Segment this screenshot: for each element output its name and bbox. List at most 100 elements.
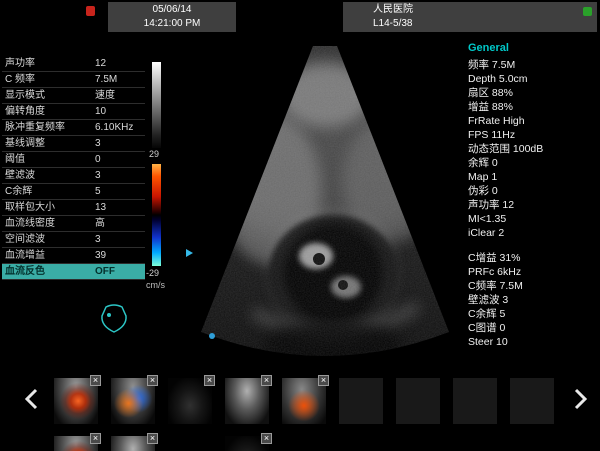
parameter-value: 39 bbox=[95, 248, 145, 263]
parameter-row[interactable]: 血流反色 OFF bbox=[2, 264, 145, 280]
parameter-row[interactable]: 声功率 12 bbox=[2, 56, 145, 72]
hospital-display: 人民医院 L14-5/38 bbox=[343, 2, 597, 32]
info-line bbox=[468, 240, 598, 251]
parameter-row[interactable]: C余辉 5 bbox=[2, 184, 145, 200]
parameter-value: 3 bbox=[95, 232, 145, 247]
thumbnail-close-button[interactable]: × bbox=[261, 433, 272, 444]
info-line: 频率 7.5M bbox=[468, 58, 598, 72]
thumbnail-slot-empty bbox=[339, 378, 383, 424]
parameter-value: 5 bbox=[95, 184, 145, 199]
parameter-row[interactable]: 血流线密度 高 bbox=[2, 216, 145, 232]
info-line: 声功率 12 bbox=[468, 198, 598, 212]
info-line: 余辉 0 bbox=[468, 156, 598, 170]
info-line: iClear 2 bbox=[468, 226, 598, 240]
info-line: C余辉 5 bbox=[468, 307, 598, 321]
info-line: MI<1.35 bbox=[468, 212, 598, 226]
parameter-value: 7.5M bbox=[95, 72, 145, 87]
body-marker-icon bbox=[98, 302, 130, 341]
parameter-label: 显示模式 bbox=[2, 88, 95, 103]
ultrasound-image[interactable] bbox=[183, 40, 465, 372]
color-map-bar bbox=[152, 164, 161, 266]
date-label: 05/06/14 bbox=[108, 3, 236, 17]
green-indicator-icon bbox=[583, 7, 592, 16]
thumbnail-next-button[interactable] bbox=[574, 388, 590, 412]
parameter-value: OFF bbox=[95, 264, 145, 279]
hospital-name-label: 人民医院 bbox=[373, 3, 597, 17]
thumbnail[interactable]: × bbox=[168, 378, 212, 424]
info-line: PRFc 6kHz bbox=[468, 265, 598, 279]
thumbnail-slot-empty bbox=[510, 378, 554, 424]
thumbnail-close-button[interactable]: × bbox=[318, 375, 329, 386]
thumbnail[interactable]: × bbox=[111, 436, 155, 451]
thumbnail[interactable]: × bbox=[282, 378, 326, 424]
thumbnail[interactable]: × bbox=[54, 436, 98, 451]
parameter-row[interactable]: 取样包大小 13 bbox=[2, 200, 145, 216]
info-line: FPS 11Hz bbox=[468, 128, 598, 142]
thumbnail-close-button[interactable]: × bbox=[90, 375, 101, 386]
info-line: 伪彩 0 bbox=[468, 184, 598, 198]
thumbnail[interactable]: × bbox=[111, 378, 155, 424]
info-line: Steer 10 bbox=[468, 335, 598, 349]
parameter-value: 6.10KHz bbox=[95, 120, 145, 135]
thumbnail[interactable]: × bbox=[54, 378, 98, 424]
chevron-left-icon bbox=[24, 388, 38, 410]
parameter-value: 高 bbox=[95, 216, 145, 231]
parameter-label: 阈值 bbox=[2, 152, 95, 167]
info-line: C增益 31% bbox=[468, 251, 598, 265]
focus-marker-icon[interactable] bbox=[186, 249, 193, 257]
parameter-row[interactable]: 脉冲重复频率 6.10KHz bbox=[2, 120, 145, 136]
parameter-label: 血流线密度 bbox=[2, 216, 95, 231]
info-panel-lines: 频率 7.5MDepth 5.0cm扇区 88%增益 88%FrRate Hig… bbox=[468, 58, 598, 349]
parameter-label: 脉冲重复频率 bbox=[2, 120, 95, 135]
parameter-label: 声功率 bbox=[2, 56, 95, 71]
thumbnail-close-button[interactable]: × bbox=[147, 375, 158, 386]
parameter-value: 3 bbox=[95, 168, 145, 183]
parameter-panel: 声功率 12 C 频率 7.5M 显示模式 速度 偏转角度 10 脉冲重复频率 … bbox=[2, 56, 145, 280]
velocity-top-label: 29 bbox=[149, 149, 173, 159]
info-line: 扇区 88% bbox=[468, 86, 598, 100]
parameter-row[interactable]: 显示模式 速度 bbox=[2, 88, 145, 104]
info-line: 增益 88% bbox=[468, 100, 598, 114]
info-panel: General 频率 7.5MDepth 5.0cm扇区 88%增益 88%Fr… bbox=[468, 42, 598, 349]
thumbnail[interactable]: × bbox=[225, 378, 269, 424]
thumbnail-close-button[interactable]: × bbox=[204, 375, 215, 386]
info-line: Depth 5.0cm bbox=[468, 72, 598, 86]
info-panel-header: General bbox=[468, 42, 598, 58]
thumbnail-strip-row2: × × × bbox=[0, 436, 600, 451]
velocity-unit-label: cm/s bbox=[146, 280, 174, 290]
parameter-row[interactable]: 壁滤波 3 bbox=[2, 168, 145, 184]
date-time-display: 05/06/14 14:21:00 PM bbox=[108, 2, 236, 32]
parameter-label: 血流反色 bbox=[2, 264, 95, 279]
thumbnail-prev-button[interactable] bbox=[24, 388, 40, 412]
probe-position-icon bbox=[209, 333, 215, 339]
red-indicator-icon bbox=[86, 6, 95, 16]
parameter-label: C 频率 bbox=[2, 72, 95, 87]
parameter-row[interactable]: 血流增益 39 bbox=[2, 248, 145, 264]
parameter-label: 基线调整 bbox=[2, 136, 95, 151]
parameter-row[interactable]: 空间滤波 3 bbox=[2, 232, 145, 248]
thumbnail-slot-empty bbox=[453, 378, 497, 424]
parameter-row[interactable]: 基线调整 3 bbox=[2, 136, 145, 152]
thumbnail-close-button[interactable]: × bbox=[90, 433, 101, 444]
info-line: Map 1 bbox=[468, 170, 598, 184]
info-line: C图谱 0 bbox=[468, 321, 598, 335]
parameter-row[interactable]: 阈值 0 bbox=[2, 152, 145, 168]
parameter-row[interactable]: C 频率 7.5M bbox=[2, 72, 145, 88]
parameter-value: 12 bbox=[95, 56, 145, 71]
ultrasound-screen: 05/06/14 14:21:00 PM 人民医院 L14-5/38 声功率 1… bbox=[0, 0, 600, 451]
thumbnail-close-button[interactable]: × bbox=[147, 433, 158, 444]
parameter-value: 13 bbox=[95, 200, 145, 215]
velocity-bottom-label: -29 bbox=[146, 268, 174, 278]
parameter-row[interactable]: 偏转角度 10 bbox=[2, 104, 145, 120]
thumbnail-strip: × × × × × bbox=[54, 378, 554, 424]
thumbnail[interactable]: × bbox=[225, 436, 269, 451]
info-line: 壁滤波 3 bbox=[468, 293, 598, 307]
parameter-label: 壁滤波 bbox=[2, 168, 95, 183]
parameter-value: 3 bbox=[95, 136, 145, 151]
thumbnail-close-button[interactable]: × bbox=[261, 375, 272, 386]
chevron-right-icon bbox=[574, 388, 588, 410]
parameter-label: 空间滤波 bbox=[2, 232, 95, 247]
parameter-value: 速度 bbox=[95, 88, 145, 103]
gray-map-bar bbox=[152, 62, 161, 148]
parameter-label: C余辉 bbox=[2, 184, 95, 199]
